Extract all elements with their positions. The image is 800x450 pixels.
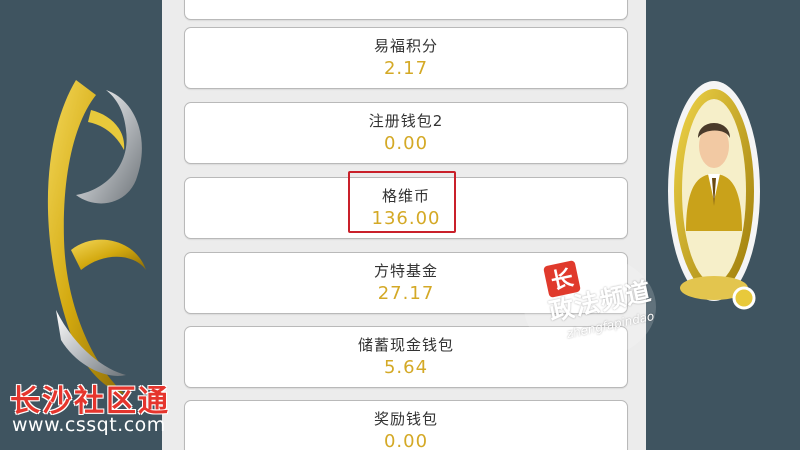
wallet-card-yifu-points[interactable]: 易福积分 2.17	[184, 27, 628, 89]
wallet-card-value: 2.17	[383, 58, 429, 79]
wallet-card-label: 注册钱包2	[368, 112, 444, 130]
wallet-card-partial	[184, 0, 628, 20]
avatar-icon	[668, 81, 760, 310]
wallet-card-label: 易福积分	[373, 37, 438, 55]
wallet-card-reward-wallet[interactable]: 奖励钱包 0.00	[184, 400, 628, 450]
site-brand-url: www.cssqt.com	[12, 414, 166, 436]
wallet-panel: 易福积分 2.17 注册钱包2 0.00 格维币 136.00 方特基金 27.…	[162, 0, 646, 450]
wallet-card-label: 奖励钱包	[373, 410, 438, 428]
highlight-annotation-box	[348, 171, 456, 233]
wallet-card-register-wallet[interactable]: 注册钱包2 0.00	[184, 102, 628, 164]
wallet-card-value: 0.00	[383, 431, 429, 450]
screenshot-stage: 易福积分 2.17 注册钱包2 0.00 格维币 136.00 方特基金 27.…	[0, 0, 800, 450]
wallet-card-value: 0.00	[383, 133, 429, 154]
logo-emblem-icon	[47, 80, 146, 395]
